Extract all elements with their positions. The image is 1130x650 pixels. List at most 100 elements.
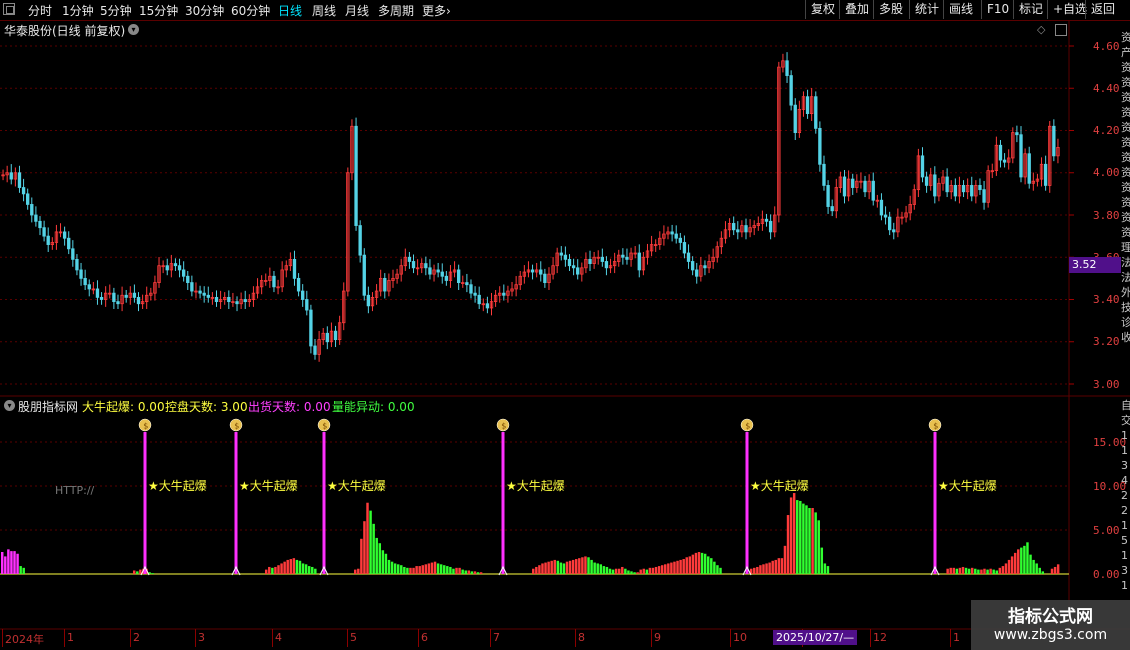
candle-body — [879, 199, 884, 216]
indicator-bar — [274, 566, 277, 574]
candle-body — [814, 96, 818, 129]
candle-body — [1043, 163, 1048, 186]
indicator-bar — [660, 565, 664, 574]
indicator-bar — [716, 565, 719, 574]
indicator-value-volume: 量能异动: 0.00 — [332, 400, 415, 414]
kline-chart[interactable]: $ ★大牛起爆 $ ★大牛起爆 $ ★大牛起爆 $ ★大牛起爆 $ ★大牛起爆 $ ★大牛起爆 — [0, 0, 1130, 650]
x-tick-label: 7 — [493, 631, 500, 644]
indicator-bar — [357, 568, 360, 574]
candle-body — [411, 261, 416, 269]
indicator-bar — [961, 566, 965, 574]
indicator-bar — [700, 552, 704, 574]
candle-body — [621, 254, 625, 258]
candle-body — [539, 269, 543, 275]
right-panel-strip-lower: 自交11342215131 — [1121, 399, 1130, 592]
indicator-bar — [792, 493, 796, 574]
indicator-bar — [624, 568, 627, 574]
candle-body — [961, 185, 966, 193]
candle-body — [26, 193, 30, 205]
candle-body — [116, 301, 120, 305]
indicator-bar — [756, 566, 759, 574]
indicator-bar — [538, 565, 541, 574]
candle-body — [920, 155, 925, 178]
date-cursor-tag: 2025/10/27/— — [773, 630, 858, 645]
indicator-bar — [605, 566, 609, 574]
indicator-bar — [955, 568, 959, 574]
indicator-bar — [390, 561, 394, 574]
candle-body — [177, 265, 182, 271]
candle-body — [444, 275, 449, 281]
x-tick-mark — [347, 629, 348, 647]
candle-body — [477, 294, 481, 305]
candle-body — [206, 294, 210, 298]
indicator-bar — [280, 563, 283, 574]
indicator-bar — [703, 553, 707, 574]
candle-body — [695, 269, 699, 277]
indicator-bar — [369, 510, 372, 574]
diamond-icon[interactable]: ◇ — [1037, 23, 1045, 36]
indicator-bar — [16, 553, 19, 574]
indicator-bar — [406, 567, 409, 574]
indicator-bar — [455, 567, 458, 574]
indicator-bar — [802, 503, 805, 574]
candle-body — [456, 269, 461, 283]
indicator-bar — [479, 572, 483, 574]
indicator-bar — [593, 562, 596, 574]
candle-body — [465, 282, 469, 286]
indicator-bar — [550, 560, 553, 574]
candle-body — [789, 75, 793, 106]
x-tick-label: 2024年 — [5, 633, 44, 646]
candle-body — [682, 242, 687, 254]
x-tick-label: 8 — [578, 631, 585, 644]
indicator-bar — [378, 543, 382, 574]
candle-body — [165, 265, 169, 271]
indicator-bar — [814, 512, 817, 574]
indicator-bar — [470, 571, 474, 574]
chevron-down-icon[interactable]: ▾ — [128, 24, 139, 35]
x-tick-label: 4 — [275, 631, 282, 644]
candle-body — [21, 187, 26, 195]
right-panel-strip: 资产资资资资资资资资资资资资理法法外技诊收 — [1121, 31, 1130, 344]
x-tick-label: 5 — [350, 631, 357, 644]
window-icon[interactable] — [1055, 24, 1067, 36]
x-tick-mark — [272, 629, 273, 647]
indicator-bar — [648, 567, 652, 574]
indicator-bar — [596, 563, 599, 574]
indicator-bar — [427, 563, 431, 574]
candle-body — [1002, 159, 1007, 163]
x-tick-mark — [730, 629, 731, 647]
indicator-bar — [559, 562, 563, 574]
indicator-bar — [967, 568, 971, 574]
indicator-chevron-icon[interactable]: ▾ — [4, 400, 15, 411]
candle-body — [600, 256, 605, 262]
indicator-bar — [553, 559, 556, 574]
candle-body — [945, 176, 949, 193]
signal-label: ★大牛起爆 — [327, 478, 386, 493]
indicator-bar — [1001, 566, 1005, 574]
indicator-bar — [608, 568, 612, 574]
indicator-bar — [707, 556, 710, 574]
candle-body — [71, 248, 75, 260]
indicator-bar — [970, 567, 974, 574]
candle-body — [440, 271, 444, 277]
candle-body — [473, 292, 477, 296]
candle-body — [970, 185, 974, 197]
y-tick: 3.80 — [1093, 209, 1120, 222]
indicator-bar — [363, 521, 366, 574]
indicator-bar — [986, 569, 989, 574]
indicator-bar — [289, 559, 292, 574]
candle-body — [313, 345, 317, 355]
indicator-bar — [372, 523, 375, 574]
indicator-bar — [817, 520, 820, 574]
indicator-bar — [654, 566, 658, 574]
indicator-bar — [783, 545, 787, 574]
indicator-bar — [611, 569, 615, 574]
candle-body — [136, 296, 141, 305]
indicator-bar — [651, 567, 655, 574]
indicator-bar — [571, 559, 575, 574]
candle-body — [736, 229, 740, 233]
indicator-bar — [400, 565, 403, 574]
indicator-bar — [412, 567, 415, 574]
money-bag-glyph: $ — [322, 422, 327, 431]
indicator-bar — [568, 560, 572, 574]
